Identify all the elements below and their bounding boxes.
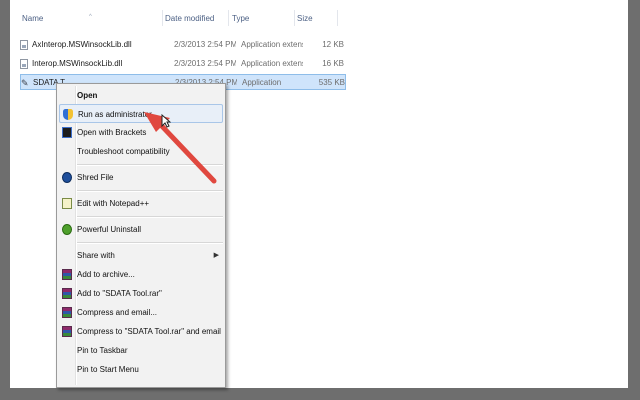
mouse-cursor-icon <box>161 113 172 131</box>
annotation-arrow <box>144 112 217 184</box>
